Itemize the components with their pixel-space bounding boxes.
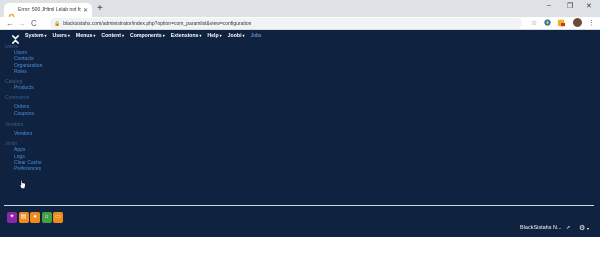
site-name-link[interactable]: BlackSistahs N... <box>520 225 562 231</box>
browser-tab[interactable]: Error: 500 JHtml Lelab not found ✕ <box>4 3 92 19</box>
minimize-button[interactable]: – <box>547 2 551 9</box>
menu-content[interactable]: Content▾ <box>101 33 124 39</box>
browser-toolbar: ← → C 🔒 blacksistahs.com/administrator/i… <box>0 17 600 30</box>
url-text: blacksistahs.com/administrator/index.php… <box>63 20 252 27</box>
restore-button[interactable]: ❐ <box>567 2 573 10</box>
section-title: Commerce <box>5 95 30 102</box>
hand-cursor-icon <box>19 180 26 189</box>
back-button[interactable]: ← <box>6 18 14 29</box>
lock-icon: 🔒 <box>54 20 61 27</box>
chevron-down-icon[interactable]: ▾ <box>587 226 589 231</box>
menu-jobs[interactable]: Jobs <box>251 33 262 39</box>
joomla-favicon-icon <box>8 7 15 19</box>
sidebar-link-preferences[interactable]: Preferences <box>5 166 42 172</box>
reload-button[interactable]: C <box>31 18 37 29</box>
gear-icon[interactable]: ⚙ <box>579 224 585 232</box>
extension-icon[interactable] <box>544 19 551 29</box>
menu-joobi[interactable]: Joobi▾ <box>228 33 245 39</box>
sidebar-link-vendors[interactable]: Vendors <box>5 131 42 137</box>
tab-title: Error: 500 JHtml Lelab not found <box>18 7 81 13</box>
forward-button[interactable]: → <box>18 18 26 29</box>
extension-badge-icon[interactable] <box>557 19 565 30</box>
new-tab-button[interactable]: + <box>97 3 103 15</box>
sidebar-section-joobi: Joobi Apps Logs Clear Cache Preferences <box>5 141 42 172</box>
profile-avatar[interactable] <box>573 18 582 27</box>
sidebar-section-catalog: Catalog Products <box>5 79 42 91</box>
joomla-logo-icon[interactable] <box>11 31 20 44</box>
browser-menu-icon[interactable]: ⋮ <box>588 19 595 28</box>
sidebar-section-users: Users Users Contacts Organization Roles <box>5 44 42 75</box>
menu-system[interactable]: System▾ <box>25 33 46 39</box>
admin-page: System▾ Users▾ Menus▾ Content▾ Component… <box>0 30 600 237</box>
menu-users[interactable]: Users▾ <box>52 33 69 39</box>
sidebar-link-roles[interactable]: Roles <box>5 69 42 75</box>
close-window-button[interactable]: ✕ <box>586 2 592 10</box>
content-divider <box>4 205 594 206</box>
menu-help[interactable]: Help▾ <box>207 33 221 39</box>
external-link-icon[interactable]: ⇗ <box>566 225 570 231</box>
sidebar-link-products[interactable]: Products <box>5 85 42 91</box>
browser-tab-bar: Error: 500 JHtml Lelab not found ✕ + – ❐… <box>0 0 600 19</box>
sidebar-section-vendors: Vendors Vendors <box>5 122 42 137</box>
menu-menus[interactable]: Menus▾ <box>76 33 95 39</box>
admin-status-bar: BlackSistahs N... ⇗ ⚙ ▾ <box>0 221 600 237</box>
sidebar-link-coupons[interactable]: Coupons <box>5 111 42 117</box>
sidebar-section-commerce: Commerce Orders Coupons <box>5 95 42 117</box>
menu-extensions[interactable]: Extensions▾ <box>171 33 202 39</box>
admin-top-menu: System▾ Users▾ Menus▾ Content▾ Component… <box>0 30 600 44</box>
address-bar[interactable]: 🔒 blacksistahs.com/administrator/index.p… <box>50 18 522 29</box>
menu-components[interactable]: Components▾ <box>130 33 165 39</box>
section-title: Vendors <box>5 122 24 129</box>
sidebar-menu: Users Users Contacts Organization Roles … <box>5 44 42 173</box>
bookmark-star-icon[interactable]: ☆ <box>531 19 537 28</box>
tab-close-icon[interactable]: ✕ <box>83 7 88 14</box>
